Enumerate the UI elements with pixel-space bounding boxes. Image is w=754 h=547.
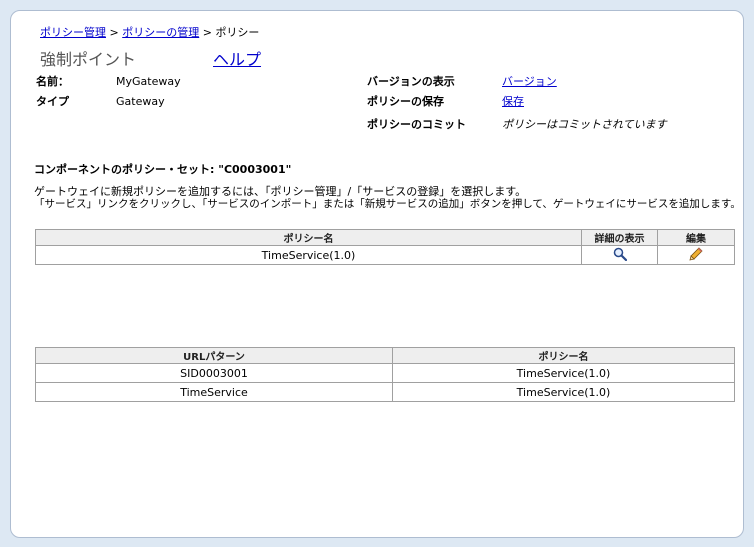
pencil-icon[interactable] [689,246,703,264]
table-row: TimeService(1.0) [35,245,735,265]
column-header-url-pattern: URLパターン [35,347,393,364]
breadcrumb-policy-admin-link[interactable]: ポリシーの管理 [122,26,199,39]
commit-label: ポリシーのコミット [367,118,466,131]
url-pattern-cell: TimeService [35,382,393,402]
breadcrumb-separator: > [109,26,119,39]
column-header-policy-name: ポリシー名 [35,229,582,246]
column-header-edit: 編集 [657,229,735,246]
policy-name-cell: TimeService(1.0) [35,245,582,265]
table-row: TimeService TimeService(1.0) [35,382,735,402]
policy-table: ポリシー名 詳細の表示 編集 TimeService(1.0) [35,229,735,265]
name-label: 名前： [36,75,69,88]
url-table-header: URLパターン ポリシー名 [35,347,735,364]
magnifier-icon[interactable] [613,247,627,264]
column-header-view-details: 詳細の表示 [581,229,658,246]
breadcrumb-policy-management-link[interactable]: ポリシー管理 [40,26,106,39]
content-panel [10,10,744,538]
breadcrumb-separator: > [202,26,212,39]
save-policy-label: ポリシーの保存 [367,95,444,108]
policy-name-cell: TimeService(1.0) [392,363,735,383]
breadcrumb-current: ポリシー [215,26,260,39]
component-description-line2: 「サービス」リンクをクリックし、「サービスのインポート」または「新規サービスの追… [34,198,741,210]
url-pattern-cell: SID0003001 [35,363,393,383]
type-label: タイプ [36,95,69,108]
column-header-policy-name: ポリシー名 [392,347,735,364]
view-details-cell [581,245,658,265]
page-title: 強制ポイント [40,50,137,69]
breadcrumb: ポリシー管理 > ポリシーの管理 > ポリシー [40,24,259,40]
edit-cell [657,245,735,265]
component-heading: コンポーネントのポリシー・セット: "C0003001" [34,163,292,176]
policy-name-cell: TimeService(1.0) [392,382,735,402]
table-row: SID0003001 TimeService(1.0) [35,363,735,383]
version-label: バージョンの表示 [367,75,455,88]
policy-table-header: ポリシー名 詳細の表示 編集 [35,229,735,246]
commit-status: ポリシーはコミットされています [502,118,667,131]
url-pattern-table: URLパターン ポリシー名 SID0003001 TimeService(1.0… [35,347,735,402]
version-link[interactable]: バージョン [502,73,557,89]
save-link[interactable]: 保存 [502,93,524,109]
type-value: Gateway [116,95,165,108]
help-link[interactable]: ヘルプ [213,46,261,70]
name-value: MyGateway [116,75,181,88]
